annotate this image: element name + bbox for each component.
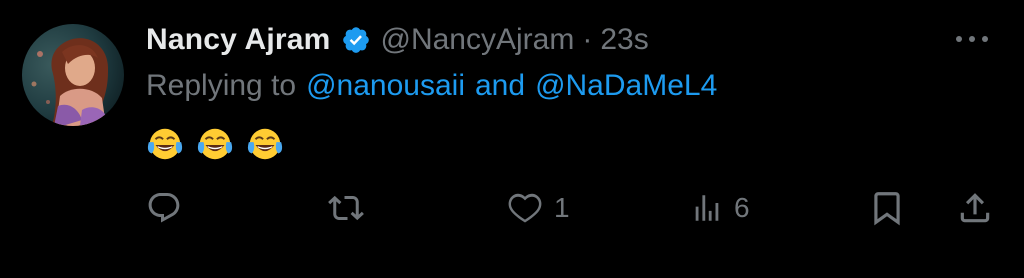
- timestamp[interactable]: 23s: [600, 23, 648, 57]
- tweet[interactable]: Nancy Ajram @NancyAjram · 23s Replying t…: [0, 0, 1024, 278]
- views-icon: [695, 195, 719, 221]
- more-options-icon[interactable]: [952, 24, 992, 54]
- tears-of-joy-emoji-icon: [197, 128, 233, 160]
- verified-badge-icon: [341, 25, 371, 55]
- retweet-icon: [328, 195, 364, 221]
- author-handle[interactable]: @NancyAjram: [381, 23, 575, 57]
- replying-and: and: [475, 69, 526, 102]
- more-dot: [982, 36, 988, 42]
- like-button[interactable]: 1: [506, 186, 570, 230]
- share-button[interactable]: [956, 186, 994, 230]
- reply-icon: [148, 193, 180, 223]
- mention-link-1[interactable]: @nanousaii: [306, 69, 465, 103]
- share-icon: [960, 193, 990, 223]
- bookmark-icon: [874, 192, 900, 226]
- tears-of-joy-emoji-icon: [247, 128, 283, 160]
- tweet-content: [146, 124, 296, 164]
- more-dot: [956, 36, 962, 42]
- views-button[interactable]: 6: [690, 186, 750, 230]
- tears-of-joy-emoji-icon: [147, 128, 183, 160]
- replying-to-label: Replying to: [146, 69, 297, 102]
- replying-to: Replying to @nanousaii and @NaDaMeL4: [146, 66, 717, 106]
- views-count: 6: [734, 192, 750, 223]
- mention-link-2[interactable]: @NaDaMeL4: [535, 69, 717, 103]
- author-name[interactable]: Nancy Ajram: [146, 23, 331, 57]
- heart-icon: [508, 193, 542, 223]
- reply-button[interactable]: [146, 186, 192, 230]
- tweet-header: Nancy Ajram @NancyAjram · 23s: [146, 20, 649, 60]
- more-dot: [969, 36, 975, 42]
- avatar[interactable]: [22, 24, 124, 126]
- like-count: 1: [554, 192, 570, 223]
- bookmark-button[interactable]: [868, 186, 906, 230]
- separator-dot: ·: [582, 23, 593, 56]
- tweet-actions: 1 6: [0, 186, 1024, 230]
- retweet-button[interactable]: [326, 186, 376, 230]
